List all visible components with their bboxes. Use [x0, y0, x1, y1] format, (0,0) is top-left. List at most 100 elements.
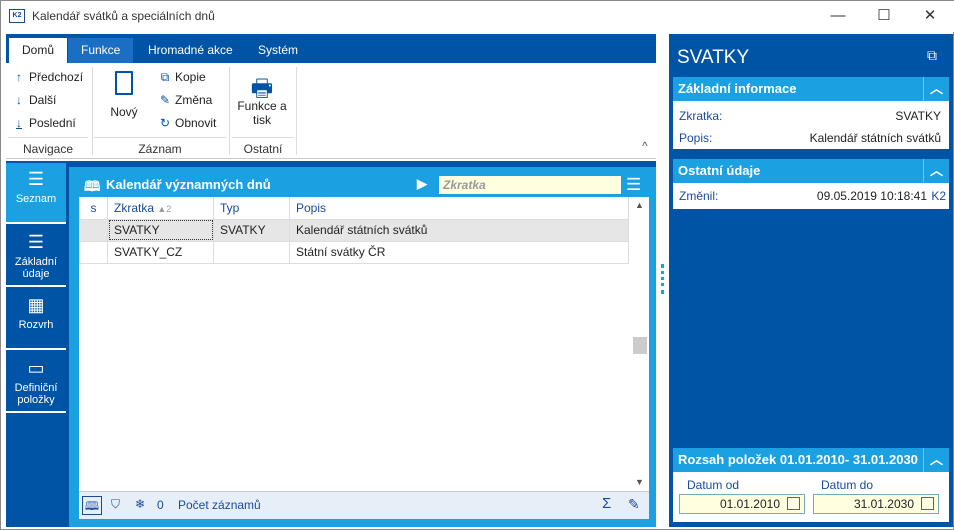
cell-s	[79, 240, 108, 264]
column-popis[interactable]: Popis	[289, 197, 629, 220]
nav-label: Základní	[14, 256, 58, 268]
printer-icon: 🖶	[250, 75, 274, 102]
snowflake-icon[interactable]: ❄	[135, 497, 145, 511]
scroll-up-icon[interactable]: ▲	[635, 200, 644, 210]
play-icon[interactable]: ▶	[417, 176, 427, 192]
date-to-input[interactable]: 31.01.2030	[813, 494, 939, 514]
edit-button[interactable]: ✎ Změna	[158, 93, 212, 107]
scroll-thumb[interactable]	[633, 337, 647, 354]
refresh-icon: ↻	[159, 116, 171, 130]
cell-zkratka: SVATKY_CZ	[107, 240, 214, 264]
section-title: Základní informace	[678, 81, 797, 96]
popout-icon[interactable]: ⧉	[927, 47, 937, 64]
collapse-ribbon-icon[interactable]: ^	[642, 139, 648, 153]
scroll-down-icon[interactable]: ▼	[635, 477, 644, 487]
cell-zkratka: SVATKY	[107, 218, 214, 242]
arrow-last-icon: ↓	[16, 116, 22, 130]
record-count-label: Počet záznamů	[178, 498, 261, 512]
grip-icon	[661, 264, 664, 294]
section-range: Rozsah položek 01.01.2010- 31.01.2030 ︿ D…	[673, 448, 949, 522]
popis-value: Kalendář státních svátků	[809, 131, 941, 145]
date-from-value: 01.01.2010	[719, 497, 780, 511]
maximize-button[interactable]: ☐	[869, 5, 899, 27]
chevron-up-icon[interactable]: ︿	[923, 448, 949, 472]
table-row[interactable]: SVATKY SVATKY Kalendář státních svátků	[79, 218, 629, 242]
date-from-input[interactable]: 01.01.2010	[679, 494, 805, 514]
tab-system[interactable]: Systém	[245, 38, 311, 63]
group-zaznam: Záznam	[94, 137, 226, 156]
pencil-icon[interactable]: ✎	[628, 496, 640, 513]
chevron-up-icon[interactable]: ︿	[923, 159, 949, 183]
minimize-button[interactable]: —	[823, 5, 853, 27]
previous-label: Předchozí	[29, 70, 84, 84]
section-header[interactable]: Základní informace ︿	[673, 77, 949, 101]
panel-splitter[interactable]	[658, 34, 668, 527]
search-input[interactable]: Zkratka	[439, 176, 621, 194]
group-ostatni: Ostatní	[232, 137, 294, 156]
column-s[interactable]: s	[79, 197, 108, 220]
table-row[interactable]: SVATKY_CZ Státní svátky ČR	[79, 240, 629, 264]
last-button[interactable]: ↓ Poslední	[12, 116, 76, 130]
nav-definicni-polozky[interactable]: ▭ Definiční položky	[6, 352, 66, 413]
changed-label: Změnil:	[679, 189, 719, 203]
refresh-button[interactable]: ↻ Obnovit	[158, 116, 216, 130]
chevron-up-icon[interactable]: ︿	[923, 77, 949, 101]
cell-typ	[213, 240, 290, 264]
print-button[interactable]: 🖶 Funkce a tisk	[234, 71, 290, 127]
box-icon: ▭	[27, 358, 45, 378]
refresh-label: Obnovit	[175, 116, 217, 130]
copy-icon: ⧉	[160, 70, 170, 84]
nav-label: položky	[17, 394, 55, 406]
nav-seznam[interactable]: ☰ Seznam	[6, 163, 66, 224]
copy-button[interactable]: ⧉ Kopie	[158, 70, 206, 85]
group-navigace: Navigace	[8, 137, 88, 156]
tab-funkce[interactable]: Funkce	[68, 38, 134, 63]
edit-label: Změna	[175, 93, 213, 107]
column-label: Zkratka	[114, 200, 155, 215]
record-count: 0	[157, 498, 164, 512]
sum-icon[interactable]: Σ	[602, 495, 611, 512]
previous-button[interactable]: ↑ Předchozí	[12, 70, 83, 84]
grid-footer: 🕮 ⛉ ❄ 0 Počet záznamů Σ ✎	[79, 491, 649, 519]
menu-icon: ☰	[27, 169, 45, 189]
book-icon[interactable]: 🕮	[82, 496, 102, 515]
arrow-up-icon: ↑	[16, 70, 22, 84]
ribbon-tabs: Domů Funkce Hromadné akce Systém	[6, 34, 656, 63]
calendar-icon[interactable]	[921, 497, 934, 510]
grid-header: 🕮 Kalendář významných dnů ▶ Zkratka ☰	[79, 173, 649, 197]
grid-title: Kalendář významných dnů	[106, 177, 271, 192]
calendar-icon: ▦	[27, 295, 45, 315]
section-header[interactable]: Ostatní údaje ︿	[673, 159, 949, 183]
tab-hromadne-akce[interactable]: Hromadné akce	[135, 38, 246, 63]
new-label: Nový	[110, 105, 138, 119]
close-button[interactable]: ✕	[915, 5, 945, 27]
table-header-row: s Zkratka ▲2 Typ Popis	[79, 197, 629, 220]
zkratka-value: SVATKY	[895, 109, 941, 123]
last-label: Poslední	[29, 116, 76, 130]
calendar-icon[interactable]	[787, 497, 800, 510]
nav-zakladni-udaje[interactable]: ☰ Základní údaje	[6, 226, 66, 287]
arrow-down-icon: ↓	[16, 93, 22, 107]
section-other: Ostatní údaje ︿ Změnil: 09.05.2019 10:18:4…	[673, 159, 949, 209]
cell-typ: SVATKY	[213, 218, 290, 242]
sort-index: 2	[166, 203, 172, 214]
sort-asc-icon: ▲	[157, 203, 167, 214]
section-header[interactable]: Rozsah položek 01.01.2010- 31.01.2030 ︿	[673, 448, 949, 472]
menu-icon[interactable]: ☰	[626, 175, 641, 195]
cell-popis: Státní svátky ČR	[289, 240, 629, 264]
tab-domu[interactable]: Domů	[9, 38, 68, 63]
zkratka-label: Zkratka:	[679, 109, 723, 123]
changed-value: 09.05.2019 10:18:41	[816, 189, 927, 203]
vertical-scrollbar[interactable]: ▲ ▼	[631, 197, 649, 491]
changed-by[interactable]: K2	[931, 185, 946, 207]
print-label-1: Funkce a	[237, 99, 287, 113]
column-zkratka[interactable]: Zkratka ▲2	[107, 197, 214, 220]
column-typ[interactable]: Typ	[213, 197, 290, 220]
filter-icon[interactable]: ⛉	[111, 497, 120, 512]
cell-popis: Kalendář státních svátků	[289, 218, 629, 242]
nav-rozvrh[interactable]: ▦ Rozvrh	[6, 289, 66, 350]
section-title: Rozsah položek 01.01.2010- 31.01.2030	[678, 452, 918, 467]
pencil-icon: ✎	[159, 93, 171, 107]
next-button[interactable]: ↓ Další	[12, 93, 56, 107]
new-button[interactable]: Nový	[106, 71, 142, 119]
